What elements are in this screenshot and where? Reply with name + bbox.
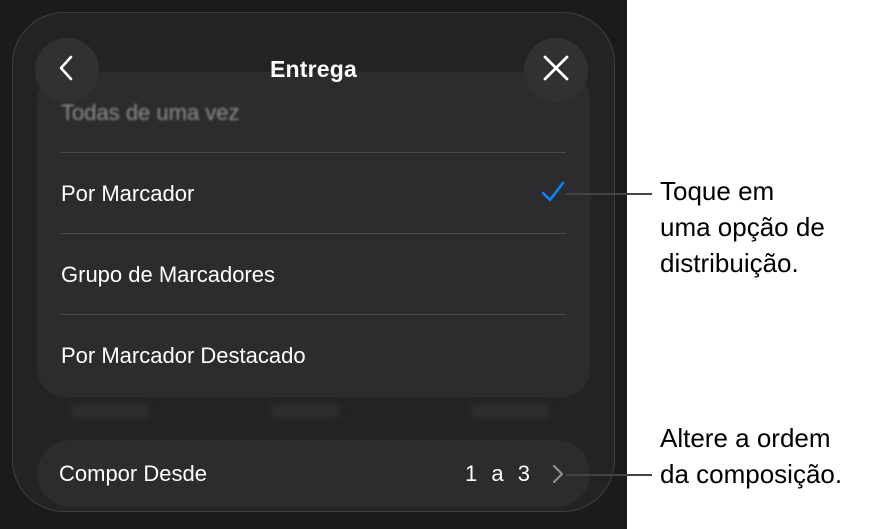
delivery-popover-screen: Todas de uma vez Por Marcador Grupo de M… — [0, 0, 627, 529]
build-order-label: Compor Desde — [59, 461, 207, 486]
option-row-highlighted-bullet[interactable]: Por Marcador Destacado — [61, 315, 566, 396]
popover-header: Entrega — [0, 0, 627, 110]
callout-line-text: Toque em — [660, 176, 775, 206]
checkmark-icon — [540, 180, 566, 210]
range-end: 3 — [517, 461, 530, 486]
option-row-by-bullet[interactable]: Por Marcador — [61, 153, 566, 234]
range-start: 1 — [465, 461, 478, 486]
callout-delivery-option: Toque em uma opção de distribuição. — [660, 173, 825, 281]
chevron-right-icon — [551, 463, 565, 490]
callout-build-order: Altere a ordem da composição. — [660, 420, 842, 492]
background-blur — [270, 404, 340, 418]
callout-line-text: uma opção de — [660, 212, 825, 242]
build-order-row[interactable]: Compor Desde 1 a 3 — [37, 440, 590, 507]
callout-line-text: da composição. — [660, 459, 843, 489]
option-label: Por Marcador Destacado — [61, 342, 306, 368]
range-separator: a — [491, 461, 504, 486]
close-icon — [542, 54, 570, 87]
callout-line — [566, 193, 652, 195]
option-row-bullet-group[interactable]: Grupo de Marcadores — [61, 234, 566, 315]
option-label: Por Marcador — [61, 180, 195, 206]
build-order-range: 1 a 3 — [465, 440, 530, 507]
callout-line — [566, 474, 652, 476]
close-button[interactable] — [524, 38, 588, 102]
background-blur — [70, 404, 150, 418]
option-label: Grupo de Marcadores — [61, 261, 275, 287]
callout-line-text: Altere a ordem — [660, 423, 831, 453]
background-blur — [470, 404, 550, 418]
delivery-options-list: Todas de uma vez Por Marcador Grupo de M… — [37, 72, 590, 397]
callout-line-text: distribuição. — [660, 248, 799, 278]
